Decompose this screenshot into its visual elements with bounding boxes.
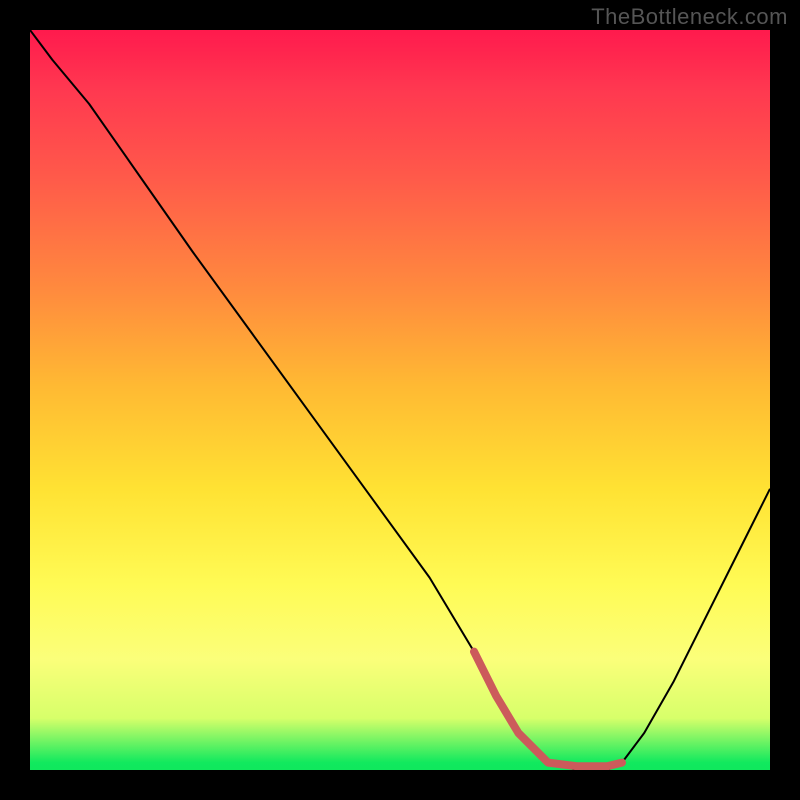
valley-highlight xyxy=(474,652,622,767)
curve-svg xyxy=(30,30,770,770)
plot-area xyxy=(30,30,770,770)
bottleneck-curve xyxy=(30,30,770,770)
watermark-text: TheBottleneck.com xyxy=(591,4,788,30)
chart-frame: TheBottleneck.com xyxy=(0,0,800,800)
